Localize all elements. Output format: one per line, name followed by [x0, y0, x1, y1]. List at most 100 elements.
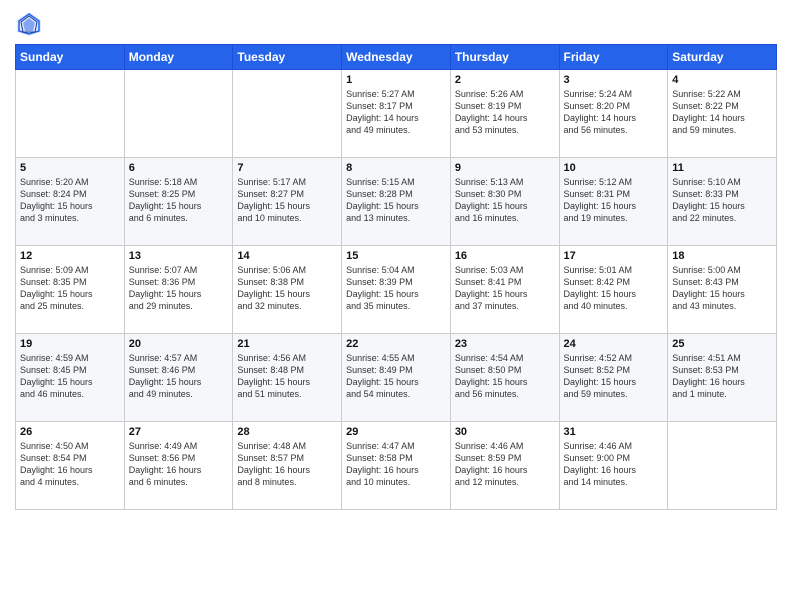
day-number: 2	[455, 74, 555, 86]
day-number: 23	[455, 338, 555, 350]
calendar-cell: 31 Sunrise: 4:46 AMSunset: 9:00 PMDayligh…	[559, 422, 668, 510]
day-content: Sunrise: 5:10 AMSunset: 8:33 PMDaylight:…	[672, 176, 772, 225]
day-content: Sunrise: 4:52 AMSunset: 8:52 PMDaylight:…	[564, 352, 664, 401]
day-number: 9	[455, 162, 555, 174]
calendar-cell: 11 Sunrise: 5:10 AMSunset: 8:33 PMDayligh…	[668, 158, 777, 246]
calendar-cell: 13 Sunrise: 5:07 AMSunset: 8:36 PMDayligh…	[124, 246, 233, 334]
day-number: 18	[672, 250, 772, 262]
calendar-cell: 18 Sunrise: 5:00 AMSunset: 8:43 PMDayligh…	[668, 246, 777, 334]
calendar-cell: 15 Sunrise: 5:04 AMSunset: 8:39 PMDayligh…	[342, 246, 451, 334]
day-content: Sunrise: 4:54 AMSunset: 8:50 PMDaylight:…	[455, 352, 555, 401]
calendar-cell	[233, 70, 342, 158]
day-header-tuesday: Tuesday	[233, 45, 342, 70]
header	[15, 10, 777, 38]
day-number: 15	[346, 250, 446, 262]
day-number: 3	[564, 74, 664, 86]
day-content: Sunrise: 4:46 AMSunset: 8:59 PMDaylight:…	[455, 440, 555, 489]
day-number: 12	[20, 250, 120, 262]
day-number: 8	[346, 162, 446, 174]
day-number: 11	[672, 162, 772, 174]
calendar-cell: 20 Sunrise: 4:57 AMSunset: 8:46 PMDayligh…	[124, 334, 233, 422]
calendar-cell: 22Sunrise: 4:55 AMSunset: 8:49 PMDayligh…	[342, 334, 451, 422]
day-header-saturday: Saturday	[668, 45, 777, 70]
day-content: Sunrise: 5:06 AMSunset: 8:38 PMDaylight:…	[237, 264, 337, 313]
day-content: Sunrise: 4:46 AMSunset: 9:00 PMDaylight:…	[564, 440, 664, 489]
week-row-1: 5 Sunrise: 5:20 AMSunset: 8:24 PMDaylight…	[16, 158, 777, 246]
day-content: Sunrise: 5:03 AMSunset: 8:41 PMDaylight:…	[455, 264, 555, 313]
day-content: Sunrise: 4:50 AMSunset: 8:54 PMDaylight:…	[20, 440, 120, 489]
day-content: Sunrise: 5:09 AMSunset: 8:35 PMDaylight:…	[20, 264, 120, 313]
day-number: 16	[455, 250, 555, 262]
day-content: Sunrise: 4:47 AMSunset: 8:58 PMDaylight:…	[346, 440, 446, 489]
calendar-cell: 24Sunrise: 4:52 AMSunset: 8:52 PMDayligh…	[559, 334, 668, 422]
day-number: 22	[346, 338, 446, 350]
day-number: 31	[564, 426, 664, 438]
day-content: Sunrise: 4:57 AMSunset: 8:46 PMDaylight:…	[129, 352, 229, 401]
calendar-cell: 10 Sunrise: 5:12 AMSunset: 8:31 PMDayligh…	[559, 158, 668, 246]
day-content: Sunrise: 5:18 AMSunset: 8:25 PMDaylight:…	[129, 176, 229, 225]
calendar-cell: 29Sunrise: 4:47 AMSunset: 8:58 PMDayligh…	[342, 422, 451, 510]
day-content: Sunrise: 5:17 AMSunset: 8:27 PMDaylight:…	[237, 176, 337, 225]
day-content: Sunrise: 5:24 AMSunset: 8:20 PMDaylight:…	[564, 88, 664, 137]
day-number: 5	[20, 162, 120, 174]
calendar-cell: 14 Sunrise: 5:06 AMSunset: 8:38 PMDayligh…	[233, 246, 342, 334]
calendar-cell: 21Sunrise: 4:56 AMSunset: 8:48 PMDayligh…	[233, 334, 342, 422]
calendar-cell: 27 Sunrise: 4:49 AMSunset: 8:56 PMDayligh…	[124, 422, 233, 510]
day-number: 14	[237, 250, 337, 262]
week-row-3: 19 Sunrise: 4:59 AMSunset: 8:45 PMDayligh…	[16, 334, 777, 422]
calendar-cell	[16, 70, 125, 158]
day-content: Sunrise: 5:00 AMSunset: 8:43 PMDaylight:…	[672, 264, 772, 313]
calendar-cell	[124, 70, 233, 158]
day-number: 28	[237, 426, 337, 438]
day-content: Sunrise: 4:59 AMSunset: 8:45 PMDaylight:…	[20, 352, 120, 401]
day-content: Sunrise: 5:26 AMSunset: 8:19 PMDaylight:…	[455, 88, 555, 137]
day-number: 13	[129, 250, 229, 262]
day-number: 17	[564, 250, 664, 262]
day-content: Sunrise: 5:04 AMSunset: 8:39 PMDaylight:…	[346, 264, 446, 313]
day-content: Sunrise: 4:49 AMSunset: 8:56 PMDaylight:…	[129, 440, 229, 489]
day-header-sunday: Sunday	[16, 45, 125, 70]
day-content: Sunrise: 4:48 AMSunset: 8:57 PMDaylight:…	[237, 440, 337, 489]
day-content: Sunrise: 5:22 AMSunset: 8:22 PMDaylight:…	[672, 88, 772, 137]
day-header-wednesday: Wednesday	[342, 45, 451, 70]
calendar-cell: 6Sunrise: 5:18 AMSunset: 8:25 PMDaylight…	[124, 158, 233, 246]
calendar-cell: 4 Sunrise: 5:22 AMSunset: 8:22 PMDaylight…	[668, 70, 777, 158]
day-content: Sunrise: 5:13 AMSunset: 8:30 PMDaylight:…	[455, 176, 555, 225]
day-number: 27	[129, 426, 229, 438]
calendar-cell	[668, 422, 777, 510]
day-content: Sunrise: 5:20 AMSunset: 8:24 PMDaylight:…	[20, 176, 120, 225]
page: SundayMondayTuesdayWednesdayThursdayFrid…	[0, 0, 792, 612]
logo-icon	[15, 10, 43, 38]
day-content: Sunrise: 5:12 AMSunset: 8:31 PMDaylight:…	[564, 176, 664, 225]
day-number: 20	[129, 338, 229, 350]
calendar-cell: 8Sunrise: 5:15 AMSunset: 8:28 PMDaylight…	[342, 158, 451, 246]
calendar-cell: 2 Sunrise: 5:26 AMSunset: 8:19 PMDaylight…	[450, 70, 559, 158]
day-header-friday: Friday	[559, 45, 668, 70]
calendar-table: SundayMondayTuesdayWednesdayThursdayFrid…	[15, 44, 777, 510]
day-number: 25	[672, 338, 772, 350]
logo	[15, 10, 45, 38]
day-number: 4	[672, 74, 772, 86]
day-content: Sunrise: 4:56 AMSunset: 8:48 PMDaylight:…	[237, 352, 337, 401]
day-number: 19	[20, 338, 120, 350]
day-content: Sunrise: 5:07 AMSunset: 8:36 PMDaylight:…	[129, 264, 229, 313]
calendar-cell: 26Sunrise: 4:50 AMSunset: 8:54 PMDayligh…	[16, 422, 125, 510]
calendar-cell: 19 Sunrise: 4:59 AMSunset: 8:45 PMDayligh…	[16, 334, 125, 422]
calendar-cell: 23 Sunrise: 4:54 AMSunset: 8:50 PMDayligh…	[450, 334, 559, 422]
week-row-4: 26Sunrise: 4:50 AMSunset: 8:54 PMDayligh…	[16, 422, 777, 510]
day-header-thursday: Thursday	[450, 45, 559, 70]
days-of-week-row: SundayMondayTuesdayWednesdayThursdayFrid…	[16, 45, 777, 70]
calendar-cell: 25Sunrise: 4:51 AMSunset: 8:53 PMDayligh…	[668, 334, 777, 422]
day-content: Sunrise: 5:01 AMSunset: 8:42 PMDaylight:…	[564, 264, 664, 313]
calendar-cell: 17 Sunrise: 5:01 AMSunset: 8:42 PMDayligh…	[559, 246, 668, 334]
week-row-2: 12 Sunrise: 5:09 AMSunset: 8:35 PMDayligh…	[16, 246, 777, 334]
calendar-cell: 9 Sunrise: 5:13 AMSunset: 8:30 PMDaylight…	[450, 158, 559, 246]
calendar-cell: 16 Sunrise: 5:03 AMSunset: 8:41 PMDayligh…	[450, 246, 559, 334]
calendar-cell: 5 Sunrise: 5:20 AMSunset: 8:24 PMDaylight…	[16, 158, 125, 246]
day-content: Sunrise: 5:27 AMSunset: 8:17 PMDaylight:…	[346, 88, 446, 137]
day-number: 10	[564, 162, 664, 174]
calendar-cell: 7Sunrise: 5:17 AMSunset: 8:27 PMDaylight…	[233, 158, 342, 246]
calendar-cell: 30Sunrise: 4:46 AMSunset: 8:59 PMDayligh…	[450, 422, 559, 510]
calendar-cell: 12 Sunrise: 5:09 AMSunset: 8:35 PMDayligh…	[16, 246, 125, 334]
day-number: 1	[346, 74, 446, 86]
